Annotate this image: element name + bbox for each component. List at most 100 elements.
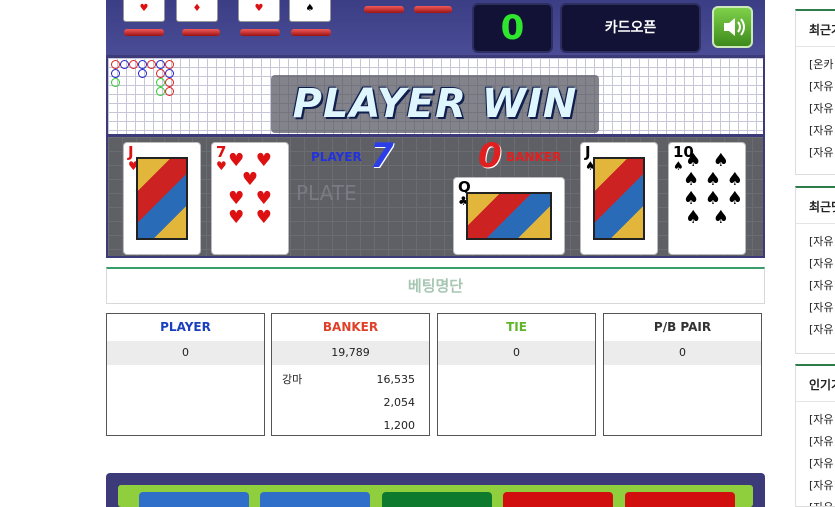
red-bar: [124, 29, 164, 36]
banker-card-1: Q ♣: [453, 177, 565, 255]
bet-column-total: 0: [107, 341, 264, 365]
bead-banker: [165, 60, 174, 69]
player-card-2: 7 ♥ ♥ ♥ ♥ ♥ ♥ ♥ ♥: [211, 142, 289, 255]
sidebar-title: 최근댓: [796, 188, 835, 224]
plate-text: PLATE: [296, 181, 357, 205]
bet-column-banker: BANKER 19,789 강마 16,535 2,054 1,200: [271, 313, 430, 436]
bet-column-total: 0: [604, 341, 761, 365]
jack-face-art: [593, 157, 645, 240]
bead-banker: [156, 69, 165, 78]
bead-player: [138, 60, 147, 69]
page: ♥ ♦ ♥ ♠ 0 카드오픈 PLATE J ♥ 7 ♥ ♥ ♥ ♥ ♥ ♥ ♥…: [0, 0, 835, 507]
sidebar-link[interactable]: [자유: [796, 231, 835, 253]
card-rank: 7: [216, 143, 227, 161]
bet-column-header: PLAYER: [160, 320, 211, 334]
bet-button-2[interactable]: [260, 492, 370, 507]
mini-card: ♥: [123, 0, 165, 22]
bet-column-player: PLAYER 0: [106, 313, 265, 436]
bead-banker: [129, 60, 138, 69]
sidebar-link[interactable]: [온카: [796, 54, 835, 76]
card-table: PLATE J ♥ 7 ♥ ♥ ♥ ♥ ♥ ♥ ♥ ♥ PLAYER 7 0 BA…: [108, 134, 763, 256]
sidebar-link[interactable]: [자유: [796, 297, 835, 319]
banker-card-3: 10 ♠ ♠ ♠ ♠ ♠ ♠ ♠ ♠ ♠ ♠ ♠: [668, 142, 746, 255]
card-pips: ♥ ♥ ♥ ♥ ♥ ♥ ♥: [228, 150, 272, 228]
bet-column-tie: TIE 0: [437, 313, 596, 436]
bet-button-panel: [106, 473, 765, 507]
sidebar-link[interactable]: [자유: [796, 453, 835, 475]
card-pips: ♠ ♠ ♠ ♠ ♠ ♠ ♠ ♠ ♠ ♠: [683, 150, 743, 228]
bead-banker: [111, 60, 120, 69]
red-bar: [182, 29, 220, 36]
bet-amount: 1,200: [383, 419, 416, 432]
bet-button-tray: [118, 485, 753, 507]
sidebar-link[interactable]: [자유: [796, 142, 835, 164]
sidebar-link[interactable]: [자유: [796, 409, 835, 431]
jack-face-art: [136, 157, 188, 240]
result-text: PLAYER WIN: [292, 81, 578, 127]
bead-tie: [111, 78, 120, 87]
bet-row: 1,200: [272, 414, 429, 437]
sidebar-title: 최근거: [796, 11, 835, 47]
sidebar-link[interactable]: [자유: [796, 475, 835, 497]
bead-player: [156, 60, 165, 69]
bead-banker: [147, 60, 156, 69]
bet-column-total: 19,789: [272, 341, 429, 365]
bead-tie: [156, 78, 165, 87]
bead-player: [165, 69, 174, 78]
red-bar: [364, 6, 404, 13]
bead-tie: [156, 87, 165, 96]
bet-column-header: P/B PAIR: [653, 320, 712, 334]
top-strip: ♥ ♦ ♥ ♠ 0 카드오픈: [106, 0, 765, 55]
red-bar: [414, 6, 452, 13]
card-open-button[interactable]: 카드오픈: [560, 3, 701, 53]
player-score: 7: [370, 136, 394, 176]
sidebar-link[interactable]: [자유: [796, 497, 835, 506]
bet-button-3[interactable]: [382, 492, 492, 507]
bead-player: [138, 69, 147, 78]
sidebar-link[interactable]: [자유: [796, 275, 835, 297]
sidebar-link[interactable]: [자유: [796, 253, 835, 275]
sidebar-link[interactable]: [자유: [796, 76, 835, 98]
betting-list-title: 베팅명단: [106, 267, 765, 304]
score-box: 0: [472, 3, 553, 53]
bet-column-header: TIE: [506, 320, 527, 334]
mini-card: ♠: [289, 0, 331, 22]
result-banner: PLAYER WIN: [271, 75, 599, 133]
bet-button-4[interactable]: [503, 492, 613, 507]
bead-banker: [165, 78, 174, 87]
banker-label: BANKER: [506, 150, 562, 164]
banker-score: 0: [478, 136, 502, 176]
card-rank: J: [585, 143, 591, 161]
score-display: 0: [500, 8, 525, 48]
mini-card: ♥: [238, 0, 280, 22]
sidebar-link[interactable]: [자유: [796, 431, 835, 453]
bet-column-pair: P/B PAIR 0: [603, 313, 762, 436]
bet-row: 2,054: [272, 391, 429, 414]
speaker-icon: [724, 18, 745, 36]
sidebar-title: 인기거: [796, 366, 835, 402]
bead-banker: [165, 87, 174, 96]
bead-player: [111, 69, 120, 78]
player-card-1: J ♥: [123, 142, 201, 255]
sidebar-link[interactable]: [자유: [796, 98, 835, 120]
bet-amount: 2,054: [383, 396, 416, 409]
bet-button-1[interactable]: [139, 492, 249, 507]
player-label: PLAYER: [311, 150, 362, 164]
red-bar: [240, 29, 280, 36]
bet-button-5[interactable]: [625, 492, 735, 507]
bet-amount: 16,535: [376, 373, 416, 386]
sidebar-link[interactable]: [자유: [796, 319, 835, 341]
red-bar: [291, 29, 331, 36]
bettor-name: 강마: [282, 373, 303, 386]
queen-face-art: [466, 192, 552, 240]
sidebar-recent-posts: 최근거 [온카 [자유 [자유 [자유 [자유: [795, 9, 835, 175]
mini-card: ♦: [176, 0, 218, 22]
bet-column-header: BANKER: [322, 320, 379, 334]
bead-player: [120, 60, 129, 69]
sidebar-recent-comments: 최근댓 [자유 [자유 [자유 [자유 [자유: [795, 186, 835, 354]
bet-column-total: 0: [438, 341, 595, 365]
card-rank: J: [128, 143, 134, 161]
bet-row: 강마 16,535: [272, 368, 429, 391]
sidebar-link[interactable]: [자유: [796, 120, 835, 142]
sound-button[interactable]: [712, 6, 753, 48]
